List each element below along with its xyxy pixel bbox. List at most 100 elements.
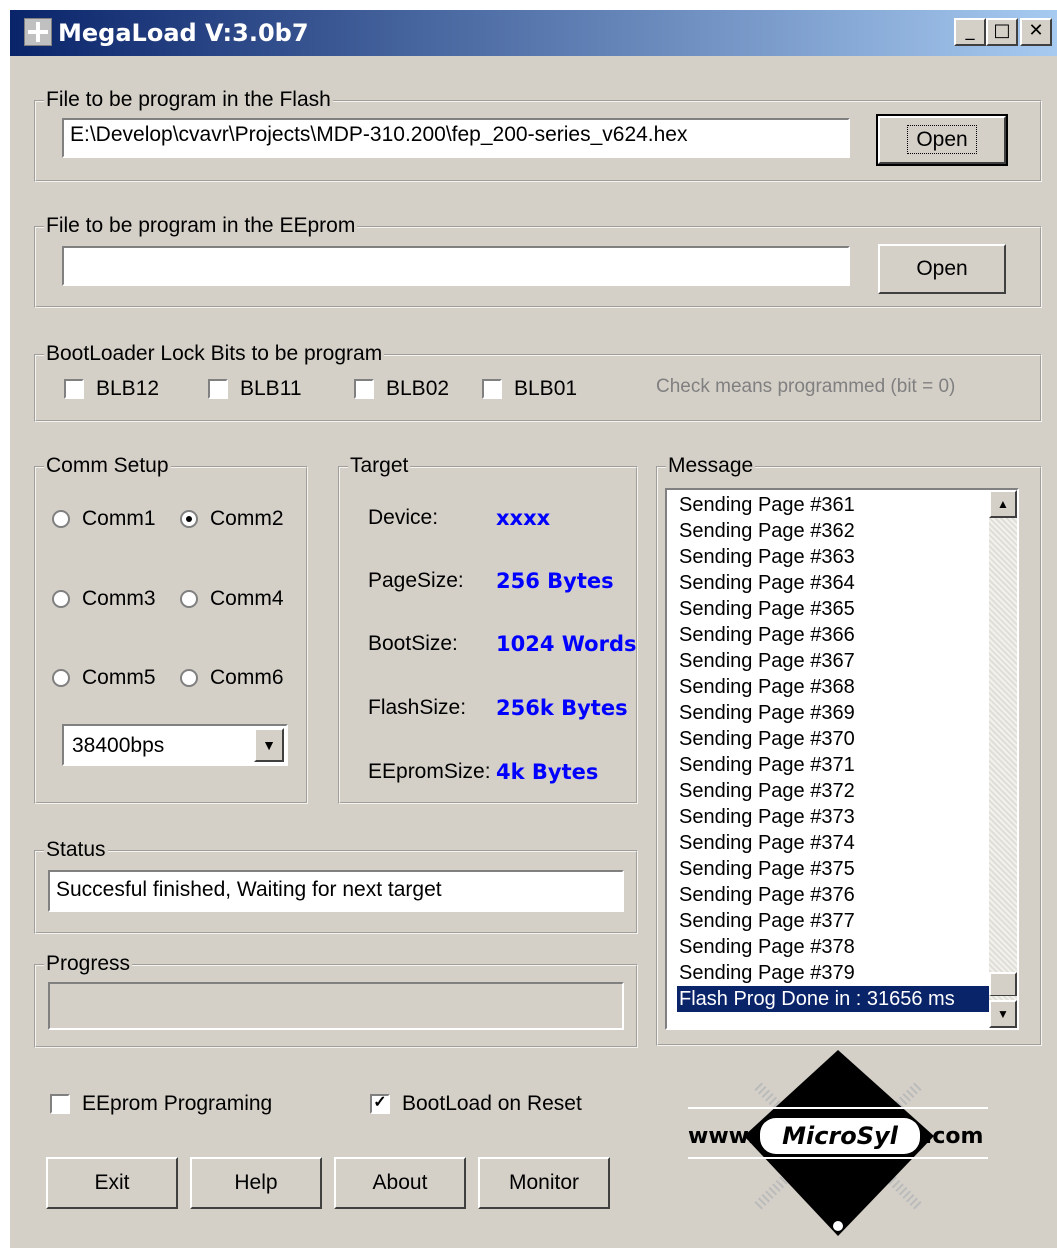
blb02-checkbox[interactable]: BLB02: [354, 377, 449, 401]
message-item[interactable]: Sending Page #371: [677, 752, 989, 778]
comm5-radio-circle[interactable]: [52, 669, 70, 687]
target-label: Target: [348, 454, 411, 478]
bootload-on-reset-checkbox[interactable]: ✓ BootLoad on Reset: [370, 1092, 582, 1116]
message-item[interactable]: Sending Page #365: [677, 596, 989, 622]
scroll-down-icon: ▼: [997, 1007, 1009, 1021]
message-scrollbar[interactable]: ▲ ▼: [989, 490, 1017, 1028]
bootsize-value: 1024 Words: [496, 632, 637, 656]
flash-file-input[interactable]: E:\Develop\cvavr\Projects\MDP-310.200\fe…: [62, 118, 850, 158]
baud-rate-select[interactable]: 38400bps ▼: [62, 724, 288, 766]
message-item[interactable]: Sending Page #369: [677, 700, 989, 726]
eepromsize-value: 4k Bytes: [496, 760, 599, 784]
eeprom-programing-label: EEprom Programing: [82, 1092, 273, 1115]
window-title: MegaLoad V:3.0b7: [58, 19, 309, 47]
comm4-radio-circle[interactable]: [180, 590, 198, 608]
comm6-radio[interactable]: Comm6: [180, 666, 284, 690]
message-item[interactable]: Sending Page #379: [677, 960, 989, 986]
title-bar[interactable]: MegaLoad V:3.0b7 _ □ ✕: [10, 10, 1057, 56]
comm1-label: Comm1: [82, 507, 156, 530]
comm3-radio-circle[interactable]: [52, 590, 70, 608]
message-item[interactable]: Sending Page #378: [677, 934, 989, 960]
chevron-down-icon[interactable]: ▼: [254, 728, 284, 762]
message-item[interactable]: Sending Page #376: [677, 882, 989, 908]
blb12-checkbox[interactable]: BLB12: [64, 377, 159, 401]
comm2-label: Comm2: [210, 507, 284, 530]
eepromsize-label: EEpromSize:: [368, 760, 491, 783]
comm1-radio[interactable]: Comm1: [52, 507, 156, 531]
bootsize-label: BootSize:: [368, 632, 458, 655]
comm4-radio[interactable]: Comm4: [180, 587, 284, 611]
scroll-down-button[interactable]: ▼: [989, 1000, 1017, 1028]
microsyl-logo[interactable]: www. MicroSyl .com: [688, 1046, 988, 1246]
message-item[interactable]: Sending Page #374: [677, 830, 989, 856]
message-item[interactable]: Sending Page #375: [677, 856, 989, 882]
about-label: About: [372, 1171, 428, 1194]
message-item[interactable]: Sending Page #368: [677, 674, 989, 700]
comm5-label: Comm5: [82, 666, 156, 689]
comm3-radio[interactable]: Comm3: [52, 587, 156, 611]
message-item[interactable]: Sending Page #362: [677, 518, 989, 544]
pagesize-value: 256 Bytes: [496, 569, 614, 593]
bootload-on-reset-box[interactable]: ✓: [370, 1094, 390, 1114]
message-item[interactable]: Flash Prog Done in : 31656 ms: [677, 986, 989, 1012]
lockbits-group-label: BootLoader Lock Bits to be program: [44, 342, 385, 366]
scroll-up-button[interactable]: ▲: [989, 490, 1017, 518]
device-value: xxxx: [496, 506, 551, 530]
progress-bar: [48, 982, 624, 1030]
app-icon[interactable]: [24, 18, 52, 46]
message-item[interactable]: Sending Page #373: [677, 804, 989, 830]
comm6-radio-circle[interactable]: [180, 669, 198, 687]
blb02-box[interactable]: [354, 379, 374, 399]
blb01-label: BLB01: [514, 377, 578, 400]
progress-label: Progress: [44, 952, 133, 976]
message-item[interactable]: Sending Page #367: [677, 648, 989, 674]
eeprom-programing-box[interactable]: [50, 1094, 70, 1114]
minimize-button[interactable]: _: [954, 18, 986, 46]
about-button[interactable]: About: [334, 1157, 466, 1209]
eeprom-programing-checkbox[interactable]: EEprom Programing: [50, 1092, 272, 1116]
blb12-box[interactable]: [64, 379, 84, 399]
close-button[interactable]: ✕: [1020, 18, 1052, 46]
message-label: Message: [666, 454, 756, 478]
comm2-radio[interactable]: Comm2: [180, 507, 284, 531]
blb11-checkbox[interactable]: BLB11: [208, 377, 302, 401]
minimize-icon: _: [965, 20, 975, 41]
help-label: Help: [234, 1171, 278, 1194]
blb01-checkbox[interactable]: BLB01: [482, 377, 577, 401]
monitor-label: Monitor: [508, 1171, 580, 1194]
baud-rate-value: 38400bps: [72, 734, 165, 757]
eeprom-group-label: File to be program in the EEprom: [44, 214, 358, 238]
logo-pin-dot: [833, 1221, 843, 1231]
blb01-box[interactable]: [482, 379, 502, 399]
help-button[interactable]: Help: [190, 1157, 322, 1209]
flash-group-label: File to be program in the Flash: [44, 88, 333, 112]
message-items: Sending Page #361 Sending Page #362 Sendin…: [677, 492, 989, 1012]
blb11-box[interactable]: [208, 379, 228, 399]
eeprom-open-button[interactable]: Open: [878, 244, 1006, 294]
eeprom-file-input[interactable]: [62, 246, 850, 286]
message-item[interactable]: Sending Page #364: [677, 570, 989, 596]
message-item[interactable]: Sending Page #377: [677, 908, 989, 934]
message-item[interactable]: Sending Page #363: [677, 544, 989, 570]
comm5-radio[interactable]: Comm5: [52, 666, 156, 690]
scroll-thumb[interactable]: [989, 972, 1017, 996]
comm1-radio-circle[interactable]: [52, 510, 70, 528]
bootload-on-reset-label: BootLoad on Reset: [402, 1092, 582, 1115]
flash-open-button[interactable]: Open: [876, 114, 1008, 166]
comm2-radio-circle[interactable]: [180, 510, 198, 528]
exit-label: Exit: [94, 1171, 130, 1194]
message-item[interactable]: Sending Page #361: [677, 492, 989, 518]
exit-button[interactable]: Exit: [46, 1157, 178, 1209]
pagesize-label: PageSize:: [368, 569, 464, 592]
message-item[interactable]: Sending Page #372: [677, 778, 989, 804]
monitor-button[interactable]: Monitor: [478, 1157, 610, 1209]
message-list[interactable]: Sending Page #361 Sending Page #362 Sendin…: [665, 488, 1019, 1030]
comm6-label: Comm6: [210, 666, 284, 689]
message-item[interactable]: Sending Page #370: [677, 726, 989, 752]
maximize-button[interactable]: □: [986, 18, 1018, 46]
lockbits-hint: Check means programmed (bit = 0): [656, 376, 956, 397]
message-item[interactable]: Sending Page #366: [677, 622, 989, 648]
comm4-label: Comm4: [210, 587, 284, 610]
blb02-label: BLB02: [386, 377, 450, 400]
logo-suffix: .com: [924, 1124, 983, 1149]
